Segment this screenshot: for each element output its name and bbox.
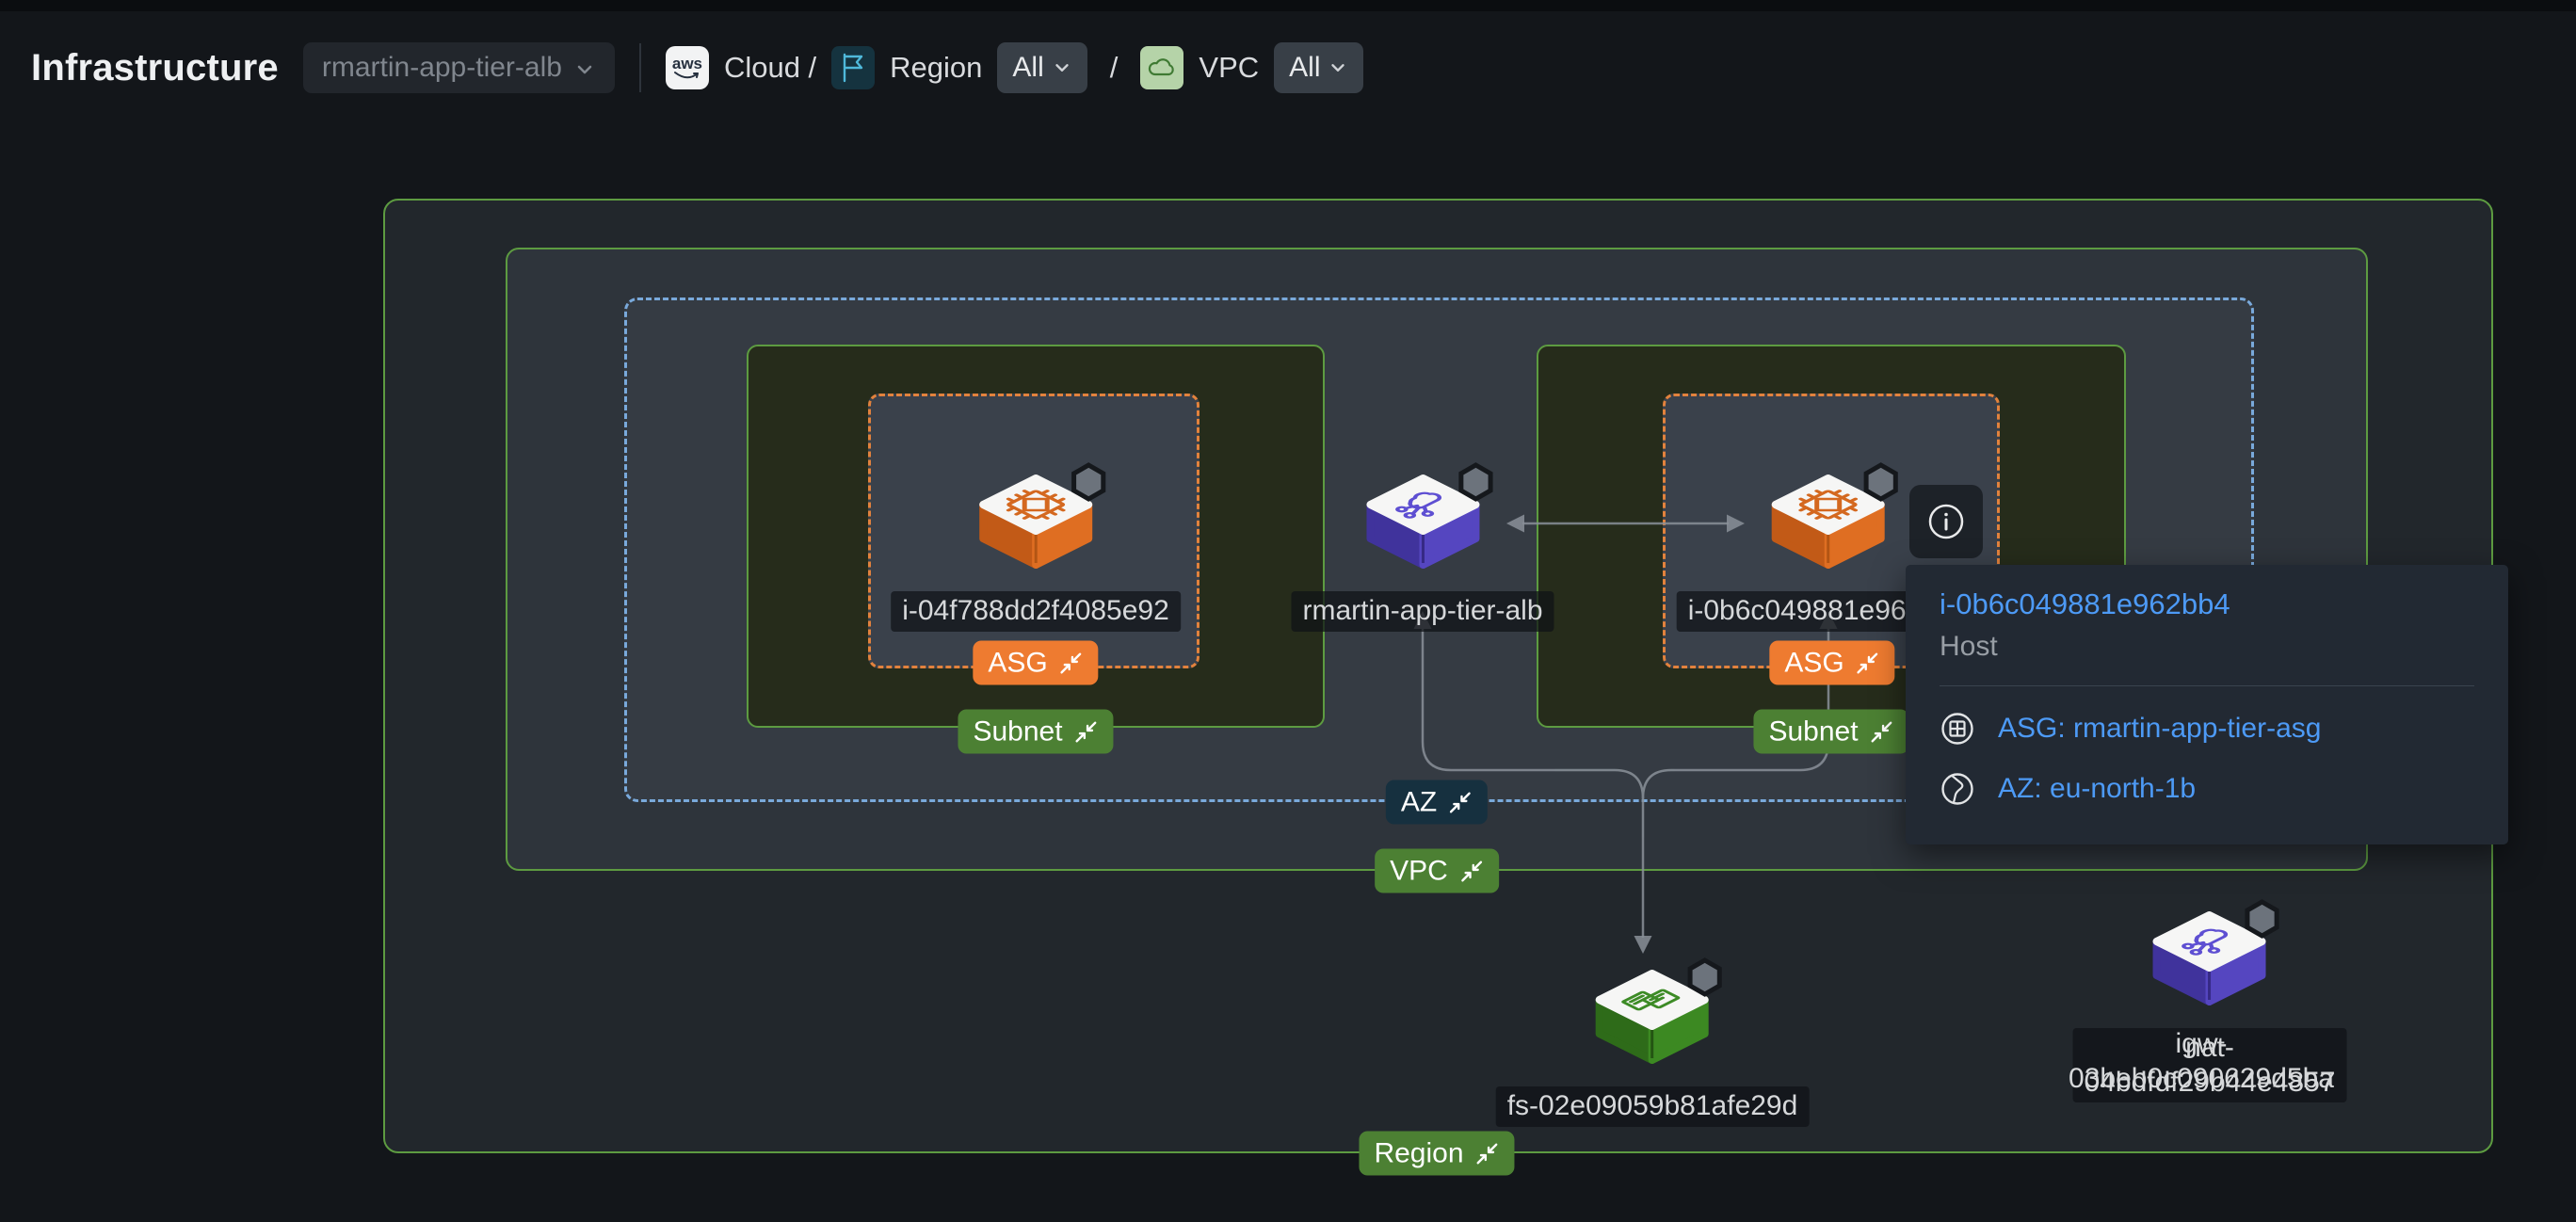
ec2-icon	[960, 461, 1111, 586]
vpc-badge[interactable]: VPC	[1375, 849, 1499, 893]
host-tooltip: i-0b6c049881e962bb4 Host ASG: rmartin-ap…	[1906, 565, 2508, 844]
asg-badge-left[interactable]: ASG	[973, 641, 1098, 685]
az-link-row[interactable]: AZ: eu-north-1b	[1940, 771, 2474, 807]
crumb-separator: /	[1110, 51, 1119, 85]
tooltip-type: Host	[1940, 631, 2474, 663]
region-flag-icon	[831, 46, 875, 89]
load-balancer-icon	[1347, 461, 1498, 586]
variable-dropdown[interactable]: rmartin-app-tier-alb	[303, 42, 615, 93]
ec2-instance-left-node[interactable]: i-04f788dd2f4085e92	[891, 461, 1181, 632]
hexagon-badge-icon	[1690, 960, 1719, 994]
ec2-icon	[1753, 461, 1904, 586]
region-filter-dropdown[interactable]: All	[997, 42, 1087, 93]
aws-cloud-icon: aws	[666, 46, 709, 89]
chevron-down-icon	[1052, 57, 1072, 78]
file-system-icon	[1577, 957, 1728, 1081]
node-label: rmartin-app-tier-alb	[1291, 591, 1554, 632]
node-label: igw- 03beb0c090629d5ba	[2057, 1024, 2345, 1099]
hexagon-badge-icon	[2247, 902, 2277, 936]
collapse-icon	[1059, 651, 1084, 675]
region-badge[interactable]: Region	[1359, 1132, 1514, 1176]
vpc-cloud-icon	[1140, 46, 1183, 89]
globe-icon	[1940, 771, 1975, 807]
asg-badge-right[interactable]: ASG	[1769, 641, 1894, 685]
efs-node[interactable]: fs-02e09059b81afe29d	[1496, 957, 1810, 1127]
header-divider	[639, 43, 641, 92]
node-label: fs-02e09059b81afe29d	[1496, 1086, 1810, 1127]
variable-dropdown-value: rmartin-app-tier-alb	[322, 52, 562, 84]
node-label: i-04f788dd2f4085e92	[891, 591, 1181, 632]
alb-node[interactable]: rmartin-app-tier-alb	[1291, 461, 1554, 632]
chevron-down-icon	[573, 58, 596, 81]
vpc-filter-dropdown[interactable]: All	[1274, 42, 1363, 93]
tooltip-title-link[interactable]: i-0b6c049881e962bb4	[1940, 587, 2474, 621]
region-crumb-label: Region	[890, 51, 982, 85]
asg-link-row[interactable]: ASG: rmartin-app-tier-asg	[1940, 711, 2474, 747]
info-button[interactable]	[1909, 485, 1983, 558]
overlapping-labels: nat- 04bdfdf29b44e4857 igw- 03beb0c09062…	[2073, 1022, 2347, 1102]
collapse-icon	[1459, 859, 1484, 883]
vpc-crumb-label: VPC	[1199, 51, 1259, 85]
hexagon-badge-icon	[1460, 465, 1489, 499]
subnet-badge-left[interactable]: Subnet	[958, 710, 1113, 754]
collapse-icon	[1448, 790, 1473, 814]
collapse-icon	[1856, 651, 1880, 675]
hexagon-badge-icon	[1866, 465, 1895, 499]
asg-grid-icon	[1940, 711, 1975, 747]
nat-gateway-node[interactable]: nat- 04bdfdf29b44e4857 igw- 03beb0c09062…	[2073, 898, 2347, 1102]
infrastructure-page: Infrastructure rmartin-app-tier-alb aws …	[0, 0, 2576, 1222]
tooltip-divider	[1940, 685, 2474, 686]
page-title: Infrastructure	[31, 47, 279, 89]
aws-smile-icon	[673, 71, 701, 82]
cloud-crumb-label[interactable]: Cloud /	[724, 51, 816, 85]
header: Infrastructure rmartin-app-tier-alb aws …	[31, 34, 2576, 102]
subnet-badge-right[interactable]: Subnet	[1753, 710, 1908, 754]
az-badge[interactable]: AZ	[1386, 780, 1488, 825]
hexagon-badge-icon	[1073, 465, 1103, 499]
info-icon	[1925, 501, 1967, 542]
collapse-icon	[1870, 719, 1894, 744]
gateway-icon	[2134, 898, 2285, 1022]
chevron-down-icon	[1328, 57, 1348, 78]
collapse-icon	[1475, 1141, 1500, 1166]
breadcrumb: aws Cloud / Region All / VPC All	[666, 42, 1364, 93]
collapse-icon	[1074, 719, 1099, 744]
